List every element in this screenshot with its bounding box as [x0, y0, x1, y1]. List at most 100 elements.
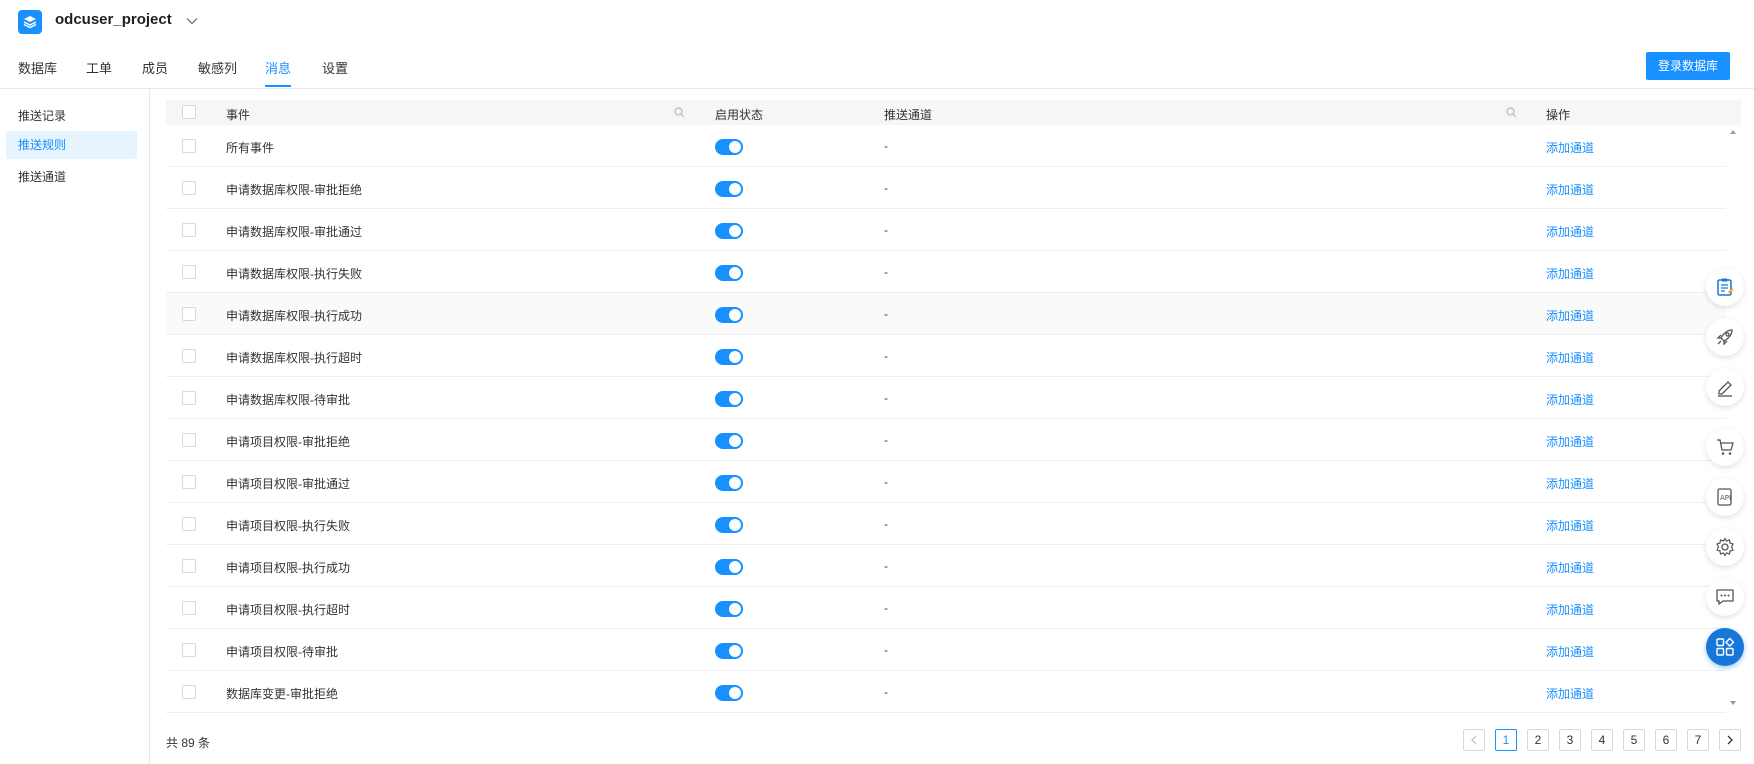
login-database-button[interactable]: 登录数据库: [1646, 52, 1730, 80]
row-checkbox[interactable]: [182, 475, 196, 489]
enabled-toggle[interactable]: [715, 475, 743, 491]
page-2-button[interactable]: 2: [1527, 729, 1549, 751]
layers-icon: [18, 10, 42, 34]
enabled-toggle[interactable]: [715, 181, 743, 197]
sidebar-item-push-rules[interactable]: 推送规则: [6, 131, 137, 159]
row-checkbox[interactable]: [182, 181, 196, 195]
apps-tool-button[interactable]: [1706, 628, 1744, 666]
chevron-down-icon[interactable]: [185, 14, 199, 31]
sidebar-item-push-channels[interactable]: 推送通道: [6, 163, 137, 191]
add-channel-link[interactable]: 添加通道: [1546, 559, 1594, 576]
event-name: 申请数据库权限-执行成功: [226, 309, 362, 323]
enabled-toggle[interactable]: [715, 307, 743, 323]
event-name: 申请项目权限-待审批: [226, 645, 338, 659]
table-scrollbar[interactable]: [1725, 125, 1741, 710]
apps-icon: [1716, 637, 1735, 656]
page-7-button[interactable]: 7: [1687, 729, 1709, 751]
search-icon[interactable]: [674, 107, 685, 121]
sidebar-item-push-records[interactable]: 推送记录: [6, 102, 137, 130]
table-row: 申请项目权限-执行失败 - 添加通道: [166, 503, 1726, 545]
event-name: 数据库变更-审批拒绝: [226, 687, 338, 701]
add-channel-link[interactable]: 添加通道: [1546, 685, 1594, 702]
add-channel-link[interactable]: 添加通道: [1546, 223, 1594, 240]
add-channel-link[interactable]: 添加通道: [1546, 265, 1594, 282]
channel-value: -: [884, 643, 888, 657]
tab-database[interactable]: 数据库: [18, 58, 57, 77]
add-channel-link[interactable]: 添加通道: [1546, 391, 1594, 408]
table-row: 申请数据库权限-执行超时 - 添加通道: [166, 335, 1726, 377]
row-checkbox[interactable]: [182, 559, 196, 573]
add-channel-link[interactable]: 添加通道: [1546, 643, 1594, 660]
total-count: 共 89 条: [166, 736, 211, 750]
table-row: 申请数据库权限-执行失败 - 添加通道: [166, 251, 1726, 293]
add-channel-link[interactable]: 添加通道: [1546, 601, 1594, 618]
next-page-button[interactable]: [1719, 729, 1741, 751]
feedback-tool-button[interactable]: [1706, 578, 1744, 616]
rocket-icon: [1716, 329, 1733, 346]
enabled-toggle[interactable]: [715, 223, 743, 239]
tab-messages[interactable]: 消息: [265, 58, 291, 77]
table-row: 申请数据库权限-审批通过 - 添加通道: [166, 209, 1726, 251]
add-channel-link[interactable]: 添加通道: [1546, 139, 1594, 156]
enabled-toggle[interactable]: [715, 433, 743, 449]
add-channel-link[interactable]: 添加通道: [1546, 307, 1594, 324]
add-channel-link[interactable]: 添加通道: [1546, 433, 1594, 450]
page-5-button[interactable]: 5: [1623, 729, 1645, 751]
prev-page-button[interactable]: [1463, 729, 1485, 751]
row-checkbox[interactable]: [182, 601, 196, 615]
table-row: 申请数据库权限-执行成功 - 添加通道: [166, 293, 1726, 335]
project-tabs: 数据库 工单 成员 敏感列 消息 设置 登录数据库: [0, 52, 1754, 89]
search-icon[interactable]: [1506, 107, 1517, 121]
enabled-toggle[interactable]: [715, 517, 743, 533]
channel-value: -: [884, 349, 888, 363]
row-checkbox[interactable]: [182, 391, 196, 405]
add-channel-link[interactable]: 添加通道: [1546, 181, 1594, 198]
settings-tool-button[interactable]: [1706, 528, 1744, 566]
page-1-button[interactable]: 1: [1495, 729, 1517, 751]
row-checkbox[interactable]: [182, 643, 196, 657]
column-header-channel: 推送通道: [884, 108, 933, 122]
tab-sensitive-columns[interactable]: 敏感列: [198, 58, 237, 77]
event-name: 申请数据库权限-审批拒绝: [226, 183, 362, 197]
edit-tool-button[interactable]: [1706, 368, 1744, 406]
enabled-toggle[interactable]: [715, 391, 743, 407]
tab-settings[interactable]: 设置: [322, 58, 348, 77]
table-header: 事件 启用状态 推送通道 操作: [166, 100, 1741, 125]
tab-tickets[interactable]: 工单: [86, 58, 112, 77]
header: odcuser_project: [0, 0, 1754, 44]
page-4-button[interactable]: 4: [1591, 729, 1613, 751]
add-channel-link[interactable]: 添加通道: [1546, 349, 1594, 366]
row-checkbox[interactable]: [182, 433, 196, 447]
row-checkbox[interactable]: [182, 139, 196, 153]
project-name[interactable]: odcuser_project: [55, 11, 172, 28]
enabled-toggle[interactable]: [715, 349, 743, 365]
enabled-toggle[interactable]: [715, 685, 743, 701]
row-checkbox[interactable]: [182, 685, 196, 699]
row-checkbox[interactable]: [182, 349, 196, 363]
add-channel-link[interactable]: 添加通道: [1546, 517, 1594, 534]
event-name: 所有事件: [226, 141, 275, 155]
enabled-toggle[interactable]: [715, 139, 743, 155]
sidebar: 推送记录 推送规则 推送通道: [0, 89, 150, 764]
tab-members[interactable]: 成员: [142, 58, 168, 77]
rocket-tool-button[interactable]: [1706, 318, 1744, 356]
row-checkbox[interactable]: [182, 307, 196, 321]
page-6-button[interactable]: 6: [1655, 729, 1677, 751]
add-channel-link[interactable]: 添加通道: [1546, 475, 1594, 492]
page-3-button[interactable]: 3: [1559, 729, 1581, 751]
cart-tool-button[interactable]: [1706, 428, 1744, 466]
table-row: 申请项目权限-审批通过 - 添加通道: [166, 461, 1726, 503]
gear-icon: [1716, 537, 1734, 557]
api-doc-icon: API: [1717, 488, 1732, 506]
enabled-toggle[interactable]: [715, 601, 743, 617]
clipboard-tool-button[interactable]: [1706, 268, 1744, 306]
api-doc-tool-button[interactable]: API: [1706, 478, 1744, 516]
row-checkbox[interactable]: [182, 223, 196, 237]
enabled-toggle[interactable]: [715, 643, 743, 659]
row-checkbox[interactable]: [182, 517, 196, 531]
enabled-toggle[interactable]: [715, 265, 743, 281]
row-checkbox[interactable]: [182, 265, 196, 279]
select-all-checkbox[interactable]: [182, 105, 196, 119]
enabled-toggle[interactable]: [715, 559, 743, 575]
event-name: 申请数据库权限-审批通过: [226, 225, 362, 239]
